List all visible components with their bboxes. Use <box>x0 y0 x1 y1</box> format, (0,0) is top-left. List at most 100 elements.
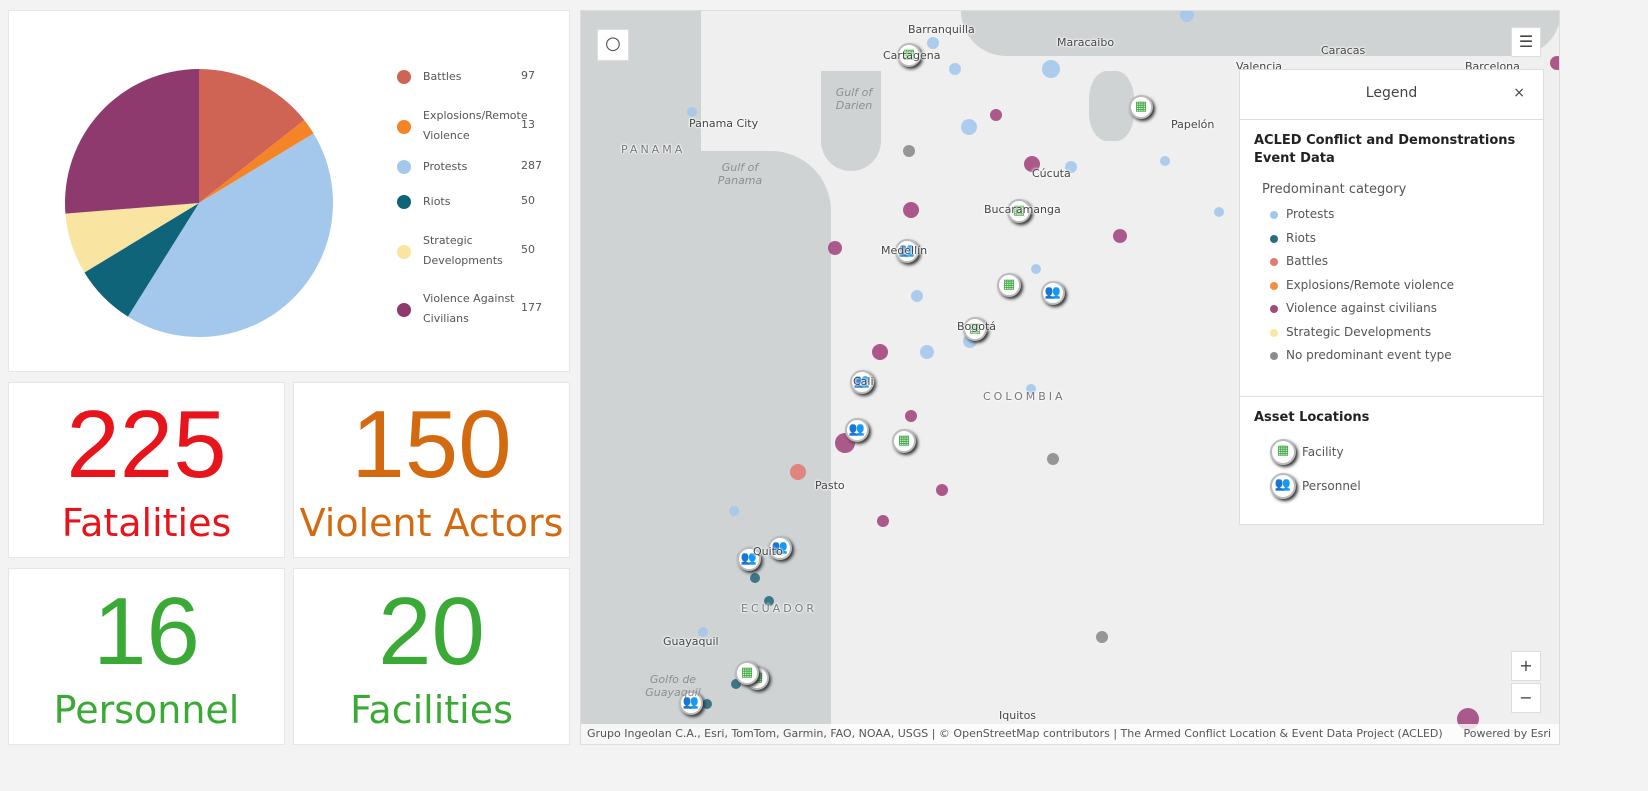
map-view[interactable]: Barranquilla Cartagena Maracaibo Caracas… <box>580 10 1560 745</box>
event-marker[interactable] <box>729 506 739 516</box>
event-marker[interactable] <box>936 484 948 496</box>
facility-marker[interactable]: ▦ <box>1129 95 1153 119</box>
map-label: Papelón <box>1171 118 1215 131</box>
facility-marker[interactable]: ▦ <box>892 429 916 453</box>
circle-icon: ○ <box>605 33 621 54</box>
attribution-text[interactable]: Grupo Ingeolan C.A., Esri, TomTom, Garmi… <box>587 727 1443 740</box>
legend-label: Battles <box>423 70 462 83</box>
legend-item: Strategic Developments <box>1240 321 1543 345</box>
map-label: Cali <box>853 375 874 388</box>
event-marker[interactable] <box>1113 229 1127 243</box>
powered-by-esri[interactable]: Powered by Esri <box>1463 724 1551 744</box>
event-marker[interactable] <box>903 202 919 218</box>
legend-swatch <box>397 195 411 209</box>
kpi-label: Facilities <box>350 687 513 732</box>
event-marker[interactable] <box>990 109 1002 121</box>
legend-label: Violence Against Civilians <box>423 292 515 325</box>
list-icon: ☰ <box>1518 32 1534 51</box>
lake-maracaibo <box>1089 71 1134 141</box>
map-label: Bogotá <box>957 320 997 333</box>
legend-label: Explosions/Remote violence <box>1286 277 1454 292</box>
map-label: Cartagena <box>883 49 941 62</box>
legend-label: No predominant event type <box>1286 348 1452 362</box>
kpi-personnel: 16 Personnel <box>8 568 285 745</box>
map-label: Gulf of Panama <box>717 161 763 187</box>
pie-slice-violence-against-civilians[interactable] <box>65 69 199 214</box>
map-label: Caracas <box>1321 44 1366 57</box>
legend-label: Explosions/Remote Violence <box>423 109 528 142</box>
legend-label: Protests <box>1286 207 1335 221</box>
sketch-circle-button[interactable]: ○ <box>597 29 629 61</box>
legend-label: Strategic Developments <box>1286 324 1432 339</box>
legend-label: Battles <box>1286 254 1328 268</box>
legend-value: 177 <box>521 301 542 314</box>
legend-label: Riots <box>423 195 451 208</box>
event-marker[interactable] <box>828 241 842 255</box>
event-marker[interactable] <box>927 37 939 49</box>
legend-value: 13 <box>521 118 535 131</box>
facility-marker[interactable]: ▦ <box>735 661 759 685</box>
map-label: PANAMA <box>621 143 686 156</box>
close-icon[interactable]: × <box>1513 70 1525 116</box>
event-marker[interactable] <box>961 119 977 135</box>
legend-swatch <box>397 245 411 259</box>
event-marker[interactable] <box>877 515 889 527</box>
legend-swatch <box>1270 352 1278 360</box>
legend-swatch <box>1270 281 1278 290</box>
legend-item: Explosions/Remote violence <box>1240 274 1543 298</box>
people-icon: 👥 <box>1270 472 1296 499</box>
legend-label: Strategic Developments <box>423 234 503 267</box>
map-label: COLOMBIA <box>983 390 1066 403</box>
legend-label: Facility <box>1302 444 1344 459</box>
caribbean-sea <box>961 11 1559 56</box>
legend-label: Protests <box>423 160 468 173</box>
kpi-value: 225 <box>66 391 227 498</box>
event-marker[interactable] <box>1031 264 1041 274</box>
legend-swatch <box>1270 305 1278 313</box>
event-marker[interactable] <box>750 573 760 583</box>
legend-item-facility: ▦ Facility <box>1240 435 1543 469</box>
event-marker[interactable] <box>911 290 923 302</box>
event-marker[interactable] <box>1214 207 1224 217</box>
zoom-in-button[interactable]: + <box>1511 651 1541 681</box>
map-label: Panama City <box>689 117 759 130</box>
event-marker[interactable] <box>702 699 712 709</box>
legend-swatch <box>397 303 411 317</box>
zoom-out-button[interactable]: − <box>1511 683 1541 713</box>
legend-toggle-button[interactable]: ☰ <box>1511 27 1541 57</box>
facility-marker[interactable]: ▦ <box>997 273 1021 297</box>
event-marker[interactable] <box>872 344 888 360</box>
event-marker[interactable] <box>905 410 917 422</box>
personnel-marker[interactable]: 👥 <box>845 418 869 442</box>
legend-label: Riots <box>1286 230 1316 245</box>
legend-value: 97 <box>521 69 535 82</box>
legend-item: Violence against civilians <box>1240 297 1543 321</box>
legend-title: Legend <box>1365 85 1418 101</box>
legend-swatch <box>397 120 411 134</box>
kpi-value: 16 <box>93 577 200 685</box>
event-marker[interactable] <box>949 63 961 75</box>
personnel-marker[interactable]: 👥 <box>1041 281 1065 305</box>
legend-swatch <box>397 70 411 84</box>
map-label: ECUADOR <box>741 602 817 615</box>
event-marker[interactable] <box>1550 56 1559 70</box>
legend-value: 287 <box>521 159 542 172</box>
legend-value: 50 <box>521 194 535 207</box>
event-marker[interactable] <box>920 345 934 359</box>
event-marker[interactable] <box>1096 631 1108 643</box>
event-marker[interactable] <box>1160 156 1170 166</box>
map-label: Quito <box>753 545 783 558</box>
kpi-value: 150 <box>351 391 512 498</box>
legend-item-personnel: 👥 Personnel <box>1240 469 1543 503</box>
event-marker[interactable] <box>1047 453 1059 465</box>
event-marker[interactable] <box>687 107 697 117</box>
event-marker[interactable] <box>1042 60 1060 78</box>
event-marker[interactable] <box>903 145 915 157</box>
legend-swatch <box>1270 258 1278 266</box>
kpi-facilities: 20 Facilities <box>293 568 570 745</box>
map-label: Gulf of Darien <box>835 86 873 112</box>
event-marker[interactable] <box>790 464 806 480</box>
legend-item: Riots <box>1240 227 1543 251</box>
map-label: Bucaramanga <box>984 203 1061 216</box>
kpi-violent-actors: 150 Violent Actors <box>293 382 570 558</box>
